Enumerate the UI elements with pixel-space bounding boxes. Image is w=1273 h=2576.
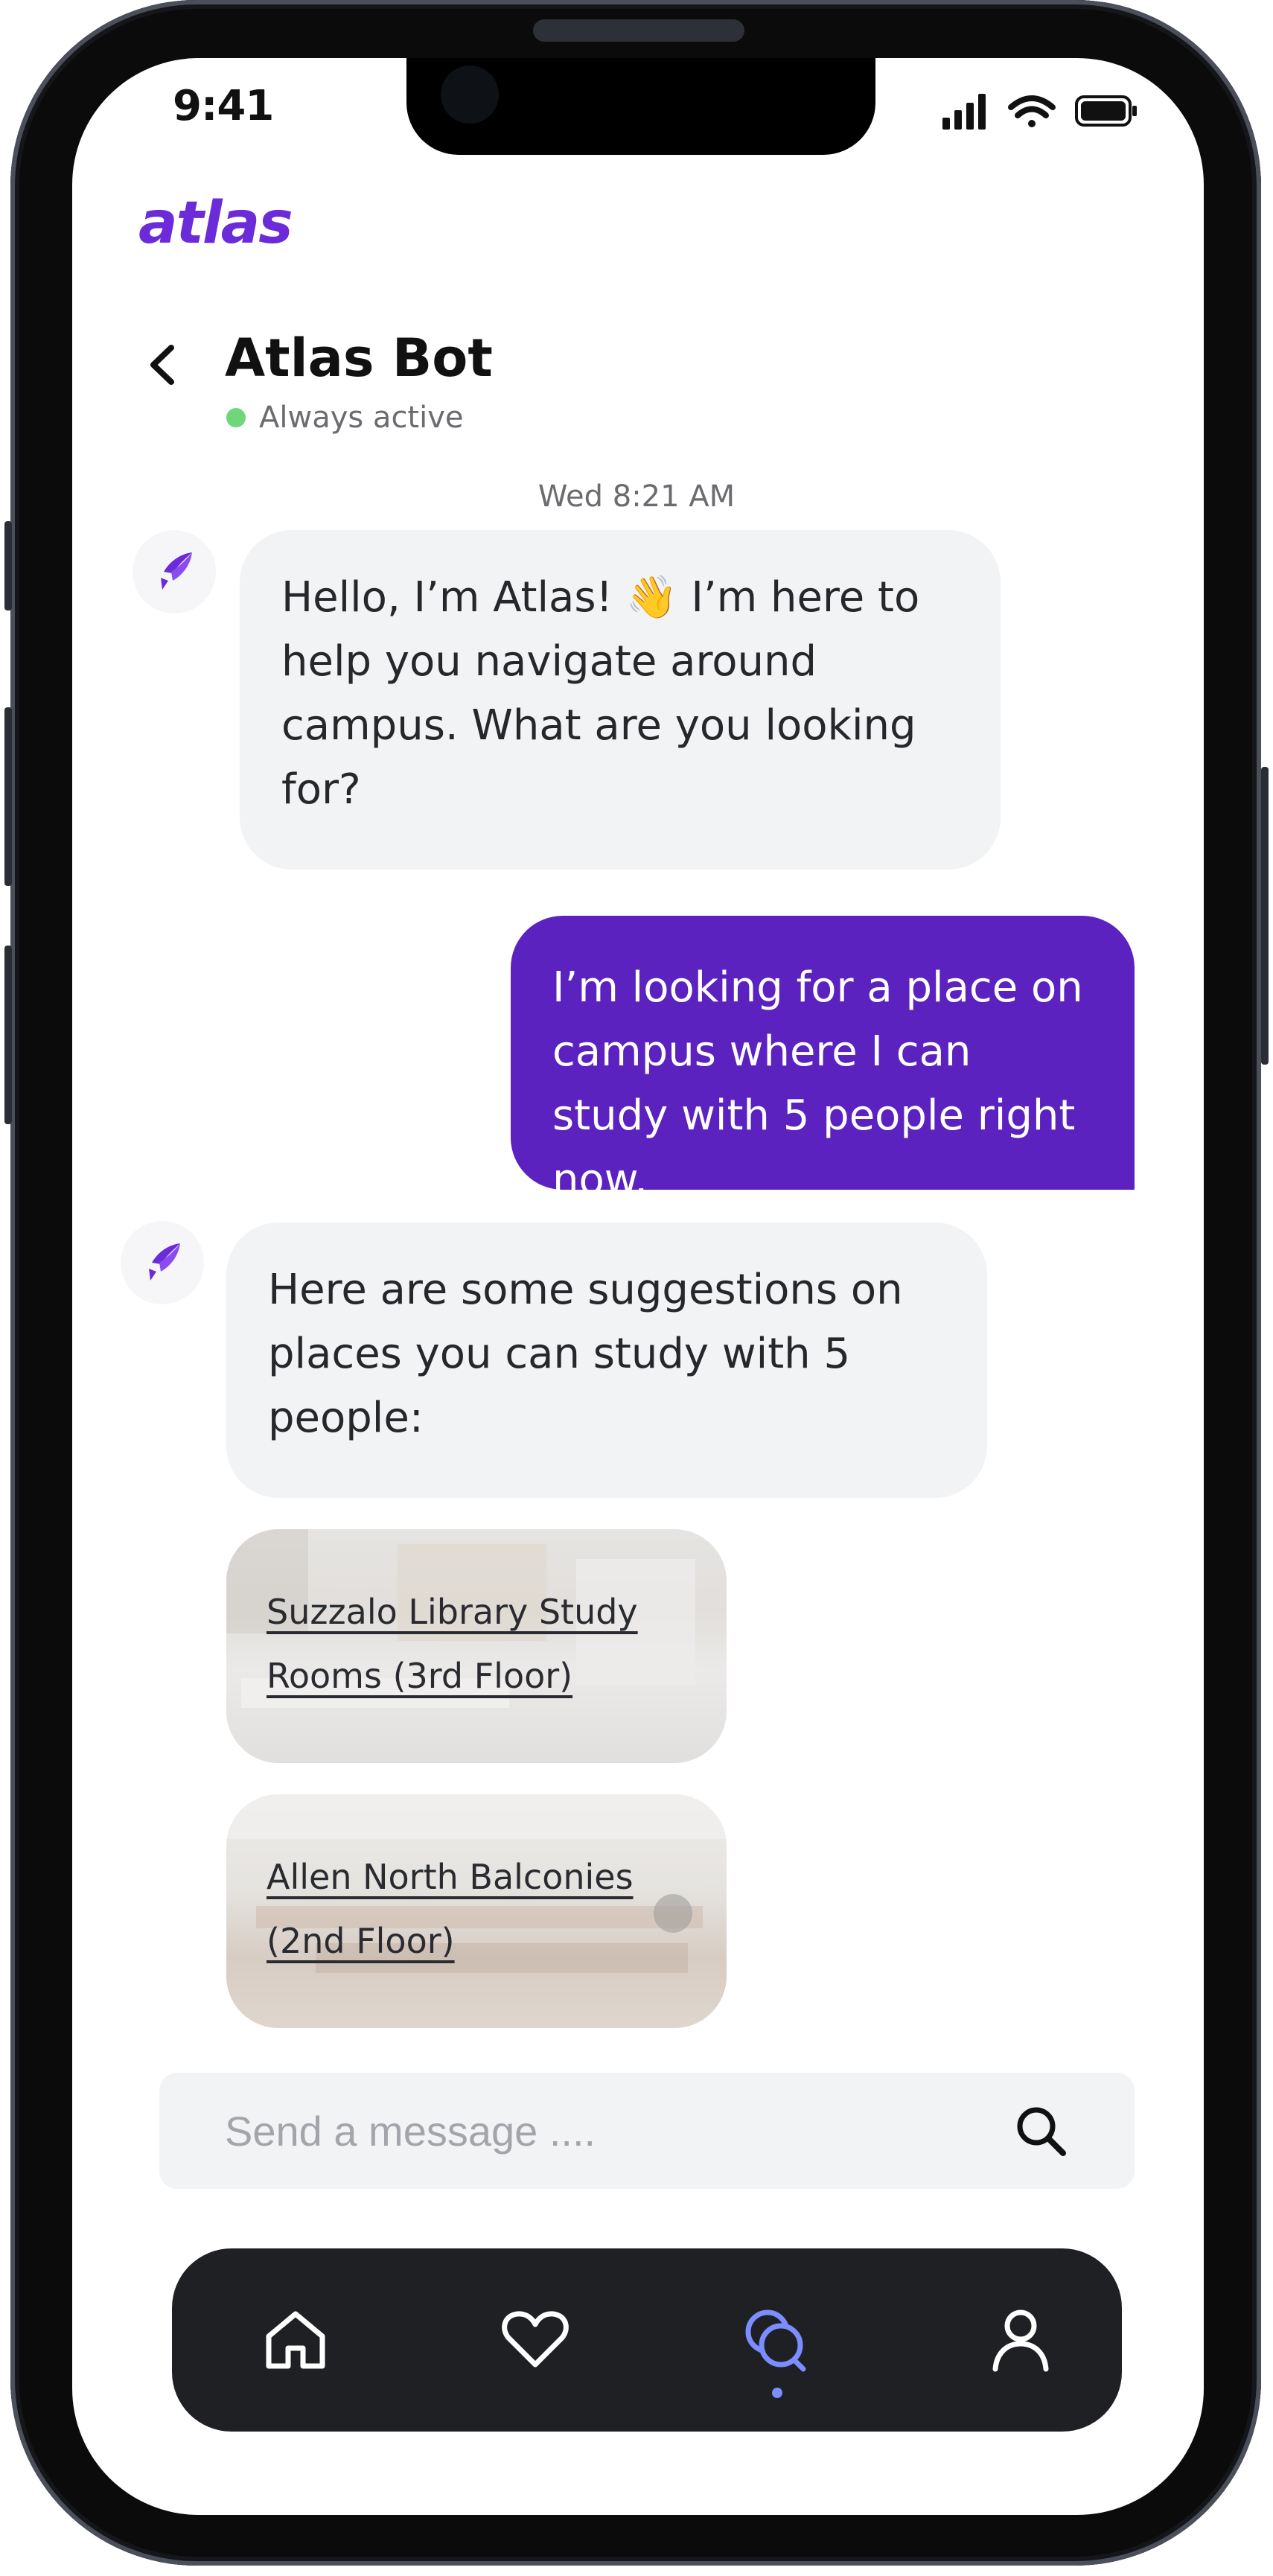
bot-message-bubble: Here are some suggestions on places you … <box>226 1222 987 1498</box>
suggestion-link[interactable]: Allen North Balconies (2nd Floor) <box>267 1845 683 1973</box>
status-time: 9:41 <box>173 82 274 130</box>
signal-icon <box>942 94 986 130</box>
bot-avatar <box>133 530 216 613</box>
status-icons <box>942 94 1137 130</box>
chat-icon[interactable] <box>738 2302 812 2376</box>
battery-icon <box>1075 95 1137 127</box>
suggestion-link[interactable]: Suzzalo Library Study Rooms (3rd Floor) <box>267 1580 683 1708</box>
speaker-grille <box>533 19 744 42</box>
online-dot <box>226 408 246 427</box>
chat-timestamp: Wed 8:21 AM <box>537 479 736 514</box>
profile-icon[interactable] <box>983 2302 1058 2376</box>
front-camera <box>441 66 499 124</box>
suggestion-card-suzzalo[interactable]: Suzzalo Library Study Rooms (3rd Floor) <box>226 1529 727 1763</box>
atlas-logo: atlas <box>138 190 293 257</box>
power-button <box>1261 767 1269 1065</box>
chat-title: Atlas Bot <box>225 328 493 389</box>
back-arrow-icon[interactable] <box>141 339 186 391</box>
presence-label: Always active <box>259 401 464 435</box>
wifi-icon <box>1008 95 1056 127</box>
bot-avatar <box>121 1221 204 1304</box>
silent-switch <box>4 521 12 610</box>
rocket-icon <box>149 1243 180 1281</box>
home-icon[interactable] <box>258 2302 333 2376</box>
volume-up-button <box>4 707 12 886</box>
bot-message-bubble: Hello, I’m Atlas! 👋 I’m here to help you… <box>240 530 1001 870</box>
heart-icon[interactable] <box>498 2302 572 2376</box>
volume-down-button <box>4 946 12 1124</box>
bottom-navbar <box>172 2248 1122 2432</box>
active-tab-indicator <box>772 2388 782 2398</box>
user-message-bubble: I’m looking for a place on campus where … <box>511 916 1135 1204</box>
message-composer <box>159 2073 1135 2189</box>
suggestion-card-allen[interactable]: Allen North Balconies (2nd Floor) <box>226 1794 727 2028</box>
presence-status: Always active <box>226 401 464 435</box>
message-input[interactable] <box>223 2105 1011 2156</box>
search-icon[interactable] <box>1011 2101 1071 2161</box>
rocket-icon <box>161 552 192 590</box>
